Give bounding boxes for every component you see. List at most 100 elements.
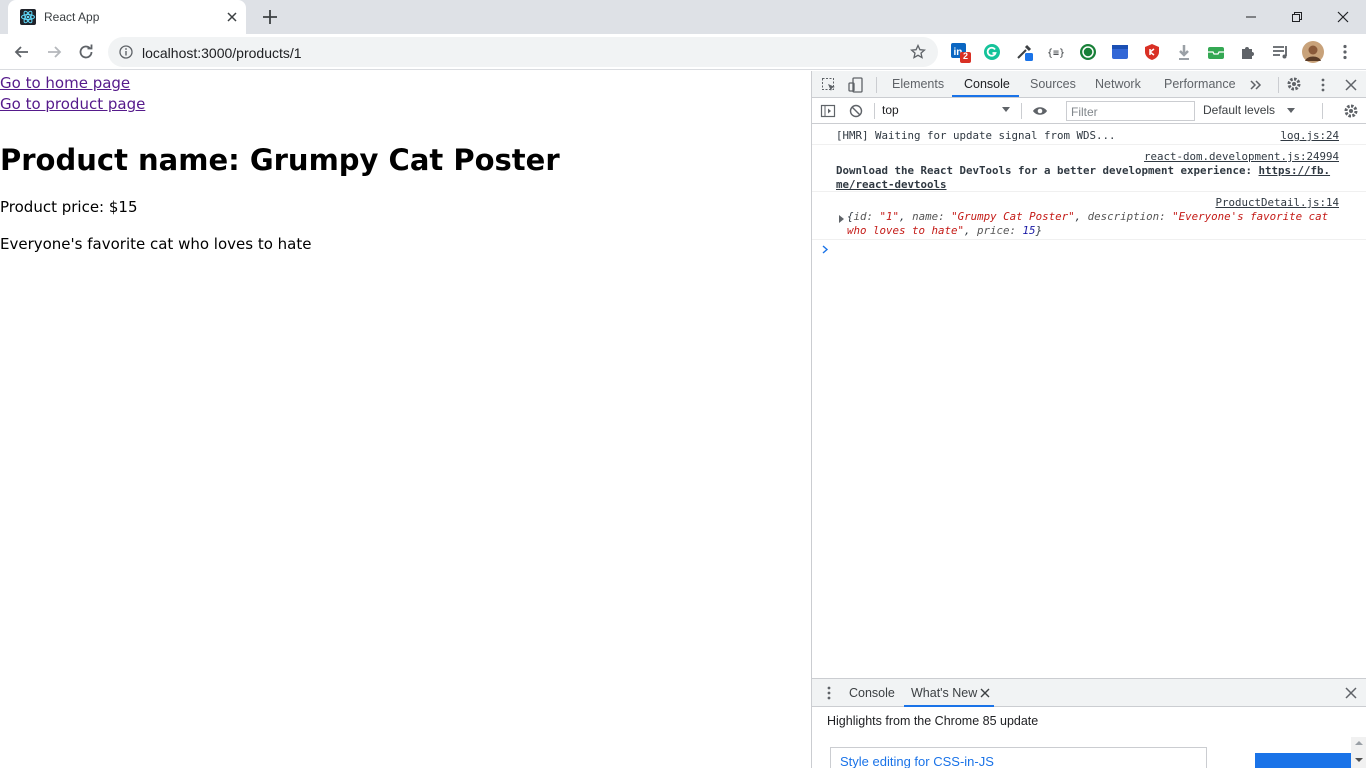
active-tab-indicator — [952, 95, 1019, 97]
console-settings-gear-icon[interactable] — [1343, 103, 1359, 119]
forward-button[interactable] — [44, 42, 64, 62]
json-extension-icon[interactable]: {≡} — [1047, 43, 1065, 61]
restore-button[interactable] — [1274, 0, 1320, 34]
close-drawer-tab-icon[interactable] — [980, 688, 990, 698]
new-tab-icon[interactable] — [261, 8, 279, 26]
react-devtools-link-continued[interactable]: me/react-devtools — [836, 178, 947, 191]
close-devtools-icon[interactable] — [1343, 77, 1359, 93]
device-toolbar-icon[interactable] — [848, 77, 864, 93]
address-bar[interactable]: localhost:3000/products/1 — [108, 37, 938, 67]
web-page: Go to home page Go to product page Produ… — [0, 71, 811, 768]
react-favicon-icon — [20, 9, 36, 25]
console-messages: [HMR] Waiting for update signal from WDS… — [812, 124, 1366, 260]
obj-name-value: "Grumpy Cat Poster" — [951, 210, 1075, 223]
product-heading: Product name: Grumpy Cat Poster — [0, 143, 560, 177]
restore-icon — [1292, 12, 1302, 22]
obj-description-value: "Everyone's favorite cat — [1172, 210, 1329, 223]
grammarly-extension-icon[interactable] — [983, 43, 1001, 61]
close-drawer-icon[interactable] — [1343, 685, 1359, 701]
console-sidebar-icon[interactable] — [820, 103, 836, 119]
toolbar-divider — [1021, 103, 1022, 119]
browser-toolbar: localhost:3000/products/1 in 2 {≡} — [0, 34, 1366, 70]
message-source-link[interactable]: ProductDetail.js:14 — [1215, 196, 1339, 209]
tab-strip: React App — [0, 0, 1366, 34]
expand-triangle-icon[interactable] — [838, 215, 845, 223]
profile-avatar[interactable] — [1302, 41, 1324, 63]
console-message: react-dom.development.js:24994 Download … — [812, 145, 1366, 192]
reload-icon — [79, 44, 93, 59]
tab-network[interactable]: Network — [1095, 77, 1141, 91]
back-button[interactable] — [12, 42, 32, 62]
scroll-down-icon[interactable] — [1355, 757, 1363, 763]
close-icon — [1337, 11, 1349, 23]
window-extension-icon[interactable] — [1111, 43, 1129, 61]
reload-button[interactable] — [76, 42, 96, 62]
browser-menu-icon[interactable] — [1336, 43, 1354, 61]
scroll-up-icon[interactable] — [1355, 740, 1363, 746]
console-prompt[interactable] — [812, 240, 1366, 260]
drawer-scrollbar[interactable] — [1351, 737, 1366, 768]
console-toolbar: top Filter Default levels — [812, 98, 1366, 124]
drawer-menu-icon[interactable] — [821, 685, 837, 701]
clear-console-icon[interactable] — [848, 103, 864, 119]
inspect-element-icon[interactable] — [821, 77, 837, 93]
extension-badge: 2 — [963, 51, 969, 61]
tab-console[interactable]: Console — [964, 77, 1010, 91]
message-text: [HMR] Waiting for update signal from WDS… — [836, 129, 1116, 142]
drawer-tab-console[interactable]: Console — [849, 686, 895, 700]
tab-sources[interactable]: Sources — [1030, 77, 1076, 91]
product-page-link[interactable]: Go to product page — [0, 94, 811, 115]
media-control-icon[interactable] — [1271, 43, 1289, 61]
puzzle-extensions-icon[interactable] — [1239, 43, 1257, 61]
info-icon[interactable] — [119, 45, 133, 59]
drawer-tab-whats-new[interactable]: What's New — [911, 686, 977, 700]
inbox-extension-icon[interactable] — [1207, 43, 1225, 61]
caret-down-icon — [1002, 107, 1010, 112]
download-extension-icon[interactable] — [1175, 43, 1193, 61]
drawer-tab-bar: Console What's New — [812, 679, 1366, 707]
close-window-button[interactable] — [1320, 0, 1366, 34]
tab-elements[interactable]: Elements — [892, 77, 944, 91]
wordpress-extension-icon[interactable] — [1079, 43, 1097, 61]
linkedin-extension-icon[interactable]: in 2 — [951, 43, 971, 63]
close-tab-icon[interactable] — [224, 9, 240, 25]
kebab-menu-icon[interactable] — [1315, 77, 1331, 93]
message-source-link[interactable]: log.js:24 — [1280, 129, 1339, 142]
live-expression-eye-icon[interactable] — [1032, 103, 1048, 119]
message-source-link[interactable]: react-dom.development.js:24994 — [1144, 150, 1339, 163]
log-levels-dropdown[interactable]: Default levels — [1203, 103, 1275, 117]
more-tabs-icon[interactable] — [1248, 77, 1264, 93]
feature-card[interactable]: Style editing for CSS-in-JS — [830, 747, 1207, 768]
obj-price-value: 15 — [1022, 224, 1036, 237]
eyedropper-extension-icon[interactable] — [1015, 43, 1033, 61]
settings-gear-icon[interactable] — [1286, 76, 1302, 92]
url-text[interactable]: localhost:3000/products/1 — [142, 45, 302, 61]
feature-title-link[interactable]: Style editing for CSS-in-JS — [840, 754, 994, 768]
tab-title: React App — [44, 10, 100, 24]
react-devtools-link[interactable]: https://fb. — [1259, 164, 1331, 177]
toolbar-divider — [876, 77, 877, 93]
console-message: ProductDetail.js:14 {id: "1", name: "Gru… — [812, 192, 1366, 240]
minimize-button[interactable] — [1228, 0, 1274, 34]
arrow-left-icon — [14, 46, 28, 58]
home-page-link[interactable]: Go to home page — [0, 73, 811, 94]
arrow-right-icon — [48, 46, 62, 58]
obj-id-value: "1" — [879, 210, 900, 223]
message-text: Download the React DevTools for a better… — [836, 164, 1259, 177]
shield-extension-icon[interactable] — [1143, 43, 1161, 61]
tab-performance[interactable]: Performance — [1164, 77, 1236, 91]
active-drawer-tab-indicator — [904, 705, 994, 707]
product-description: Everyone's favorite cat who loves to hat… — [0, 235, 312, 253]
caret-down-icon — [1287, 108, 1295, 113]
devtools-tab-bar: Elements Console Sources Network Perform… — [812, 71, 1366, 98]
context-select[interactable]: top — [882, 103, 899, 117]
prompt-chevron-icon — [822, 245, 829, 254]
toolbar-divider — [1322, 103, 1323, 119]
product-price: Product price: $15 — [0, 198, 138, 216]
whats-new-heading: Highlights from the Chrome 85 update — [827, 714, 1039, 728]
feature-thumbnail — [1255, 753, 1351, 768]
svg-text:{≡}: {≡} — [1047, 48, 1065, 59]
browser-tab[interactable]: React App — [8, 0, 246, 34]
console-filter-input[interactable]: Filter — [1066, 101, 1195, 121]
bookmark-star-icon[interactable] — [910, 44, 926, 60]
